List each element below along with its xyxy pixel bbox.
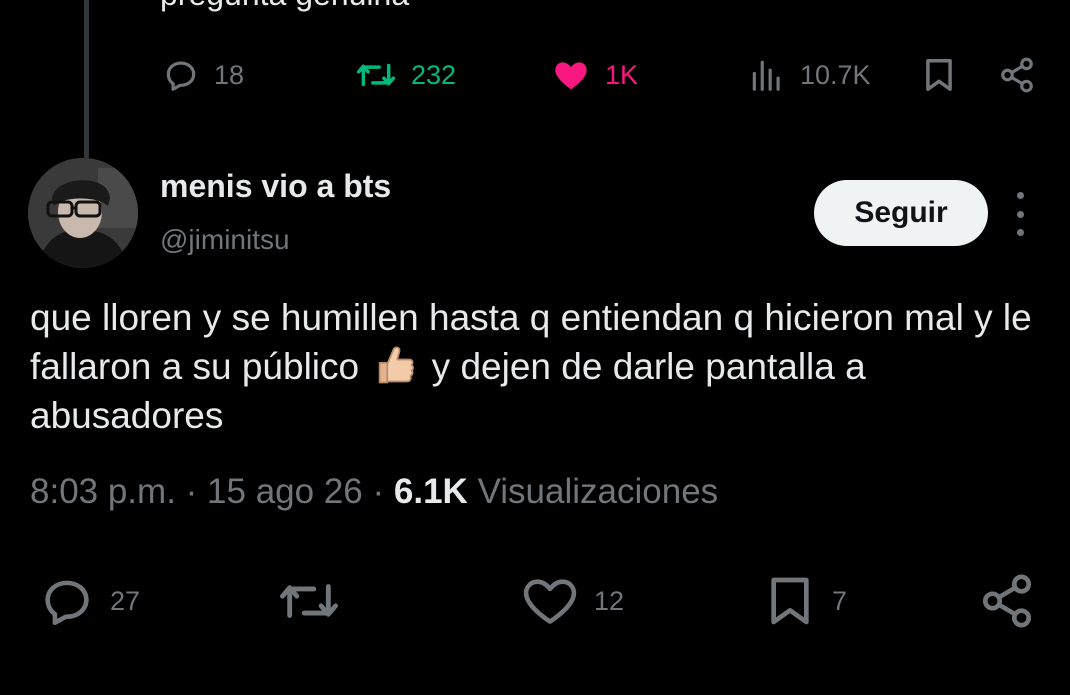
more-dot [1016, 192, 1024, 199]
avatar[interactable] [28, 158, 138, 268]
like-button[interactable]: 12 [520, 568, 624, 634]
tweet-date[interactable]: 15 ago 26 [207, 472, 363, 511]
bookmark-icon [926, 59, 952, 91]
heart-icon [555, 62, 587, 90]
heart-icon [523, 579, 577, 624]
more-dot [1016, 229, 1024, 236]
tweet-time[interactable]: 8:03 p.m. [30, 472, 176, 511]
follow-button[interactable]: Seguir [814, 180, 988, 246]
previous-bookmark-button[interactable] [920, 50, 958, 100]
retweet-icon [356, 63, 396, 87]
previous-views-button[interactable]: 10.7K [748, 50, 871, 100]
like-count: 12 [594, 585, 625, 616]
reply-icon [166, 61, 196, 91]
previous-retweet-button[interactable]: 232 [355, 50, 456, 100]
retweet-button[interactable] [276, 568, 342, 634]
views-bar-chart-icon [752, 60, 780, 91]
previous-tweet-text: pregunta genuina [160, 0, 409, 13]
meta-separator: · [185, 472, 198, 511]
previous-retweet-count: 232 [411, 59, 457, 90]
previous-like-button[interactable]: 1K [551, 50, 638, 100]
previous-tweet-actions: 18 232 1K 10.7K [0, 50, 1070, 100]
meta-separator: · [372, 472, 385, 511]
share-icon [982, 574, 1032, 628]
more-dot [1016, 210, 1024, 218]
reply-icon [45, 580, 89, 626]
views-count: 6.1K [393, 472, 468, 511]
reply-count: 27 [110, 585, 141, 616]
previous-share-button[interactable] [998, 50, 1036, 100]
tweet-meta: 8:03 p.m. · 15 ago 26 · 6.1K Visualizaci… [30, 472, 718, 512]
bookmark-icon [771, 577, 809, 625]
avatar-photo [28, 158, 138, 268]
share-icon [1001, 57, 1033, 93]
previous-reply-count: 18 [214, 59, 245, 90]
bookmark-button[interactable]: 7 [762, 568, 847, 634]
thumbs-up-light-skin-icon [379, 346, 415, 384]
views-label: Visualizaciones [477, 472, 719, 511]
reply-button[interactable]: 27 [38, 568, 140, 634]
bookmark-count: 7 [832, 585, 848, 616]
share-button[interactable] [978, 568, 1036, 634]
previous-like-count: 1K [605, 59, 639, 90]
display-name[interactable]: menis vio a bts [160, 168, 391, 205]
tweet-text: que lloren y se humillen hasta q entiend… [30, 293, 1050, 440]
previous-views-count: 10.7K [800, 59, 871, 90]
tweet-actions: 27 12 7 [0, 568, 1070, 634]
more-vertical-icon[interactable] [1008, 192, 1032, 236]
user-handle[interactable]: @jiminitsu [160, 224, 290, 256]
previous-reply-button[interactable]: 18 [162, 50, 244, 100]
retweet-icon [279, 584, 338, 618]
